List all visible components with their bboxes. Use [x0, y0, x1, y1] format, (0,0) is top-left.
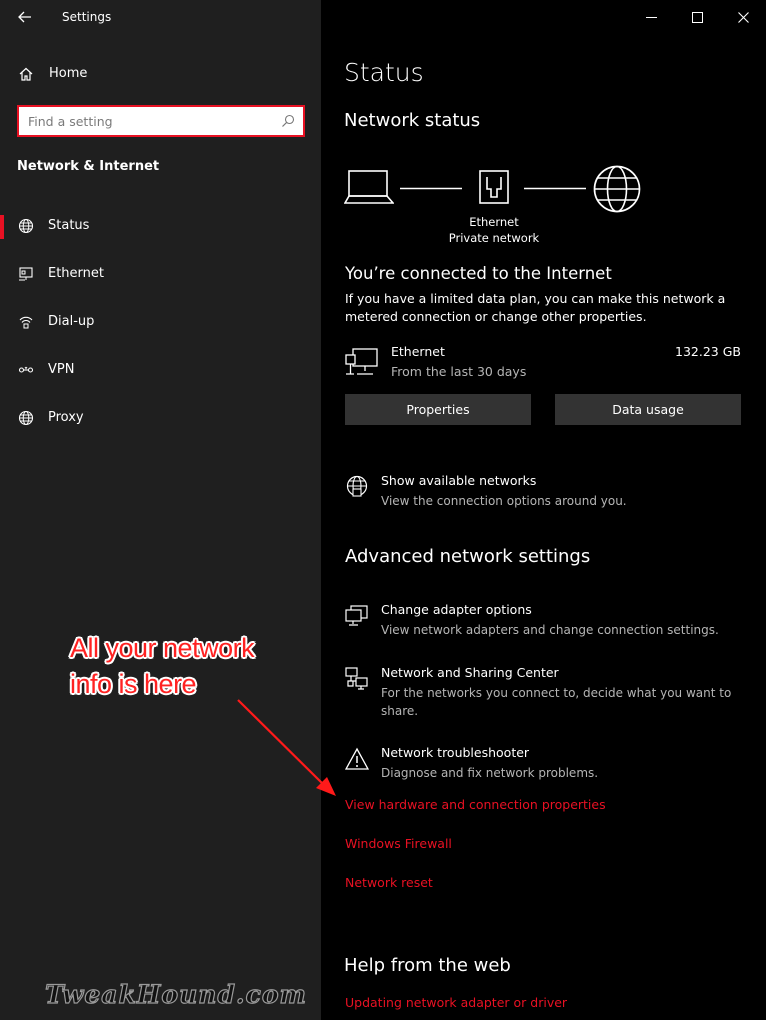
maximize-icon	[691, 11, 703, 23]
option-description: Diagnose and fix network problems.	[381, 766, 599, 780]
view-hardware-properties-link[interactable]: View hardware and connection properties	[345, 797, 606, 812]
search-box[interactable]	[17, 105, 305, 137]
nav-home[interactable]: Home	[0, 58, 321, 90]
adapter-icon	[345, 605, 368, 626]
nav-home-label: Home	[49, 66, 88, 81]
close-icon	[737, 11, 749, 23]
sidebar-item-label: Status	[48, 218, 90, 233]
globe-icon	[18, 218, 34, 234]
annotation-line-2: info is here	[70, 669, 197, 699]
app-title: Settings	[62, 10, 112, 24]
vpn-icon	[18, 366, 34, 373]
ethernet-adapter-icon	[345, 348, 378, 375]
connected-title: You’re connected to the Internet	[345, 264, 612, 283]
minimize-icon	[645, 16, 657, 18]
sidebar-item-dial-up[interactable]: Dial-up	[0, 302, 321, 342]
data-usage-button[interactable]: Data usage	[555, 394, 741, 425]
help-heading: Help from the web	[344, 955, 511, 976]
connection-line	[524, 187, 586, 190]
watermark: TweakHound.com	[44, 979, 307, 1009]
sidebar-item-label: VPN	[48, 362, 75, 377]
sidebar-item-vpn[interactable]: VPN	[0, 350, 321, 390]
advanced-settings-heading: Advanced network settings	[345, 546, 591, 567]
back-button[interactable]	[14, 6, 36, 28]
ethernet-icon	[19, 267, 33, 281]
option-title: Show available networks	[381, 473, 537, 488]
sidebar-item-ethernet[interactable]: Ethernet	[0, 254, 321, 294]
diagram-network-label: Private network	[448, 231, 540, 245]
network-globe-icon	[346, 475, 368, 497]
annotation-callout: All your network info is here	[70, 630, 255, 702]
ethernet-usage-row: Ethernet From the last 30 days 132.23 GB	[345, 344, 741, 384]
internet-globe-icon	[593, 165, 641, 213]
globe-icon	[18, 410, 34, 426]
minimize-button[interactable]	[628, 0, 674, 34]
dialup-icon	[19, 316, 33, 329]
laptop-icon	[344, 170, 394, 204]
window-controls	[628, 0, 766, 34]
sidebar-item-label: Ethernet	[48, 266, 104, 281]
warning-icon	[345, 747, 369, 770]
main-content: Status Network status Ethernet Private n…	[321, 0, 766, 1020]
connection-line	[400, 187, 462, 190]
option-description: View the connection options around you.	[381, 494, 627, 508]
network-reset-link[interactable]: Network reset	[345, 875, 433, 890]
properties-button[interactable]: Properties	[345, 394, 531, 425]
ethernet-name: Ethernet	[391, 344, 445, 359]
search-icon[interactable]	[281, 114, 295, 128]
option-title: Network and Sharing Center	[381, 665, 559, 680]
ethernet-period: From the last 30 days	[391, 364, 527, 379]
option-title: Network troubleshooter	[381, 745, 530, 760]
titlebar-left: Settings	[0, 0, 321, 36]
sidebar-item-status[interactable]: Status	[0, 206, 321, 246]
home-icon	[19, 67, 33, 81]
annotation-line-1: All your network	[70, 633, 255, 663]
sidebar-item-label: Proxy	[48, 410, 84, 425]
close-button[interactable]	[720, 0, 766, 34]
search-input[interactable]	[28, 112, 278, 130]
option-description: For the networks you connect to, decide …	[381, 686, 732, 718]
option-title: Change adapter options	[381, 602, 532, 617]
network-diagram: Ethernet Private network	[344, 165, 654, 256]
update-driver-link[interactable]: Updating network adapter or driver	[345, 995, 567, 1010]
option-description: View network adapters and change connect…	[381, 623, 719, 637]
sharing-center-icon	[345, 667, 368, 690]
ethernet-port-icon	[479, 170, 509, 204]
ethernet-data-usage: 132.23 GB	[675, 344, 741, 359]
page-title: Status	[344, 58, 424, 87]
back-arrow-icon	[18, 11, 31, 23]
maximize-button[interactable]	[674, 0, 720, 34]
windows-firewall-link[interactable]: Windows Firewall	[345, 836, 452, 851]
section-title: Network & Internet	[17, 159, 160, 174]
diagram-adapter-label: Ethernet	[469, 215, 519, 229]
sidebar-item-proxy[interactable]: Proxy	[0, 398, 321, 438]
sidebar: Settings Home Network & Internet Status …	[0, 0, 321, 1020]
sidebar-item-label: Dial-up	[48, 314, 95, 329]
network-status-heading: Network status	[344, 110, 481, 131]
connected-description: If you have a limited data plan, you can…	[345, 291, 726, 324]
